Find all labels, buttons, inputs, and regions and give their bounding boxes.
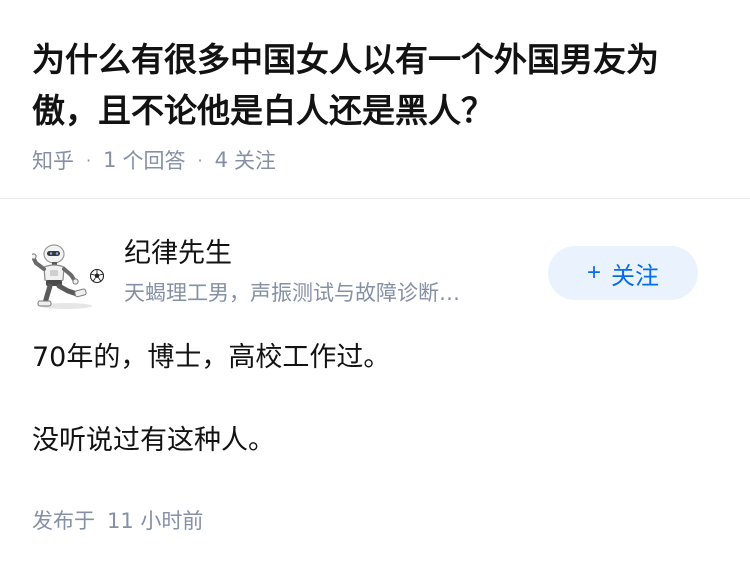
meta-separator: · (197, 150, 203, 170)
follower-count: 4 (214, 148, 228, 172)
question-meta: 知乎 · 1 个回答 · 4 关注 (32, 143, 276, 177)
follower-count-label: 关注 (233, 149, 276, 173)
follow-button[interactable]: + 关注 (548, 246, 698, 300)
author-name[interactable]: 纪律先生 (124, 236, 232, 272)
question-title[interactable]: 为什么有很多中国女人以有一个外国男友为傲，且不论他是白人还是黑人？ (32, 34, 722, 136)
source-label[interactable]: 知乎 (32, 145, 74, 175)
follow-button-label: 关注 (611, 262, 659, 290)
answer-paragraph: 70年的，博士，高校工作过。 (32, 342, 391, 373)
answer-content: 70年的，博士，高校工作过。 没听说过有这种人。 (32, 338, 722, 461)
robot-soccer-avatar-icon[interactable] (30, 238, 106, 312)
answer-count: 1 (103, 148, 117, 172)
answer-paragraph: 没听说过有这种人。 (32, 425, 275, 456)
meta-separator: · (86, 150, 92, 170)
answer-count-label: 个回答 (122, 149, 186, 173)
published-time: 11 小时前 (107, 509, 204, 533)
avatar (30, 244, 105, 309)
plus-icon: + (586, 259, 601, 286)
divider (0, 198, 750, 199)
answer-timestamp: 发布于 11 小时前 (32, 505, 203, 537)
author-headline: 天蝎理工男，声振测试与故障诊断… (124, 281, 460, 305)
published-prefix: 发布于 (32, 509, 95, 533)
